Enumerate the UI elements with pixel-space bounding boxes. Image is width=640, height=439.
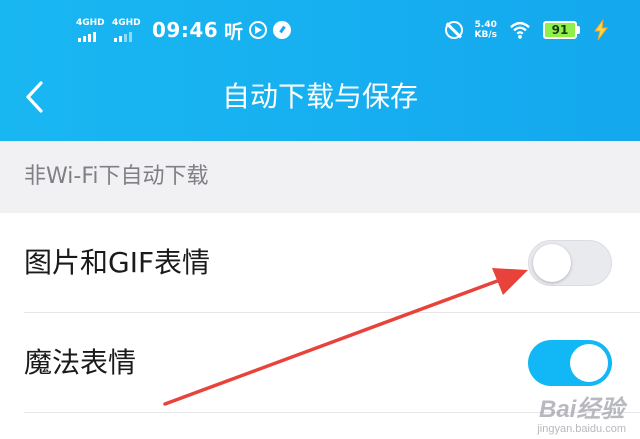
toggle-knob xyxy=(570,344,608,382)
setting-label-images-gif: 图片和GIF表情 xyxy=(24,246,211,279)
battery-level: 91 xyxy=(543,21,577,39)
network-speed-unit: KB/s xyxy=(474,30,497,40)
signal-icon-2: 4GHD xyxy=(112,18,142,42)
watermark-logo: Bai经验 xyxy=(538,396,625,423)
network-speed-value: 5.40 xyxy=(474,20,497,30)
signal-icon: 4GHD xyxy=(76,18,106,42)
section-title: 非Wi-Fi下自动下载 xyxy=(24,164,209,189)
setting-label-magic-emoji: 魔法表情 xyxy=(24,346,137,379)
magic-emoji-toggle[interactable] xyxy=(528,340,612,386)
gauge-icon xyxy=(273,21,292,39)
images-gif-toggle[interactable] xyxy=(528,240,612,286)
app-header: 4GHD 4GHD 09:46 听 5.40 KB/s 91 自动下载与保存 xyxy=(0,0,640,141)
music-app-icon: 听 xyxy=(224,20,244,43)
network-type-2: 4GHD xyxy=(112,18,141,28)
setting-row-images-gif[interactable]: 图片和GIF表情 xyxy=(0,213,640,313)
wifi-icon xyxy=(510,21,530,39)
charging-bolt-icon xyxy=(594,19,608,41)
network-type-1: 4GHD xyxy=(76,18,105,28)
network-speed: 5.40 KB/s xyxy=(475,20,497,40)
watermark: Bai经验 jingyan.baidu.com xyxy=(537,396,626,436)
status-bar: 4GHD 4GHD 09:46 听 5.40 KB/s 91 xyxy=(0,0,640,60)
status-time: 09:46 xyxy=(152,18,219,42)
section-header: 非Wi-Fi下自动下载 xyxy=(0,141,640,213)
play-icon xyxy=(249,21,268,39)
page-title: 自动下载与保存 xyxy=(221,80,418,113)
alarm-off-icon xyxy=(444,21,463,39)
watermark-url: jingyan.baidu.com xyxy=(537,423,626,435)
status-bar-left: 4GHD 4GHD 09:46 听 xyxy=(76,16,292,44)
status-bar-right: 5.40 KB/s 91 xyxy=(444,16,610,44)
toggle-knob xyxy=(533,244,571,282)
battery-icon: 91 xyxy=(543,21,580,39)
